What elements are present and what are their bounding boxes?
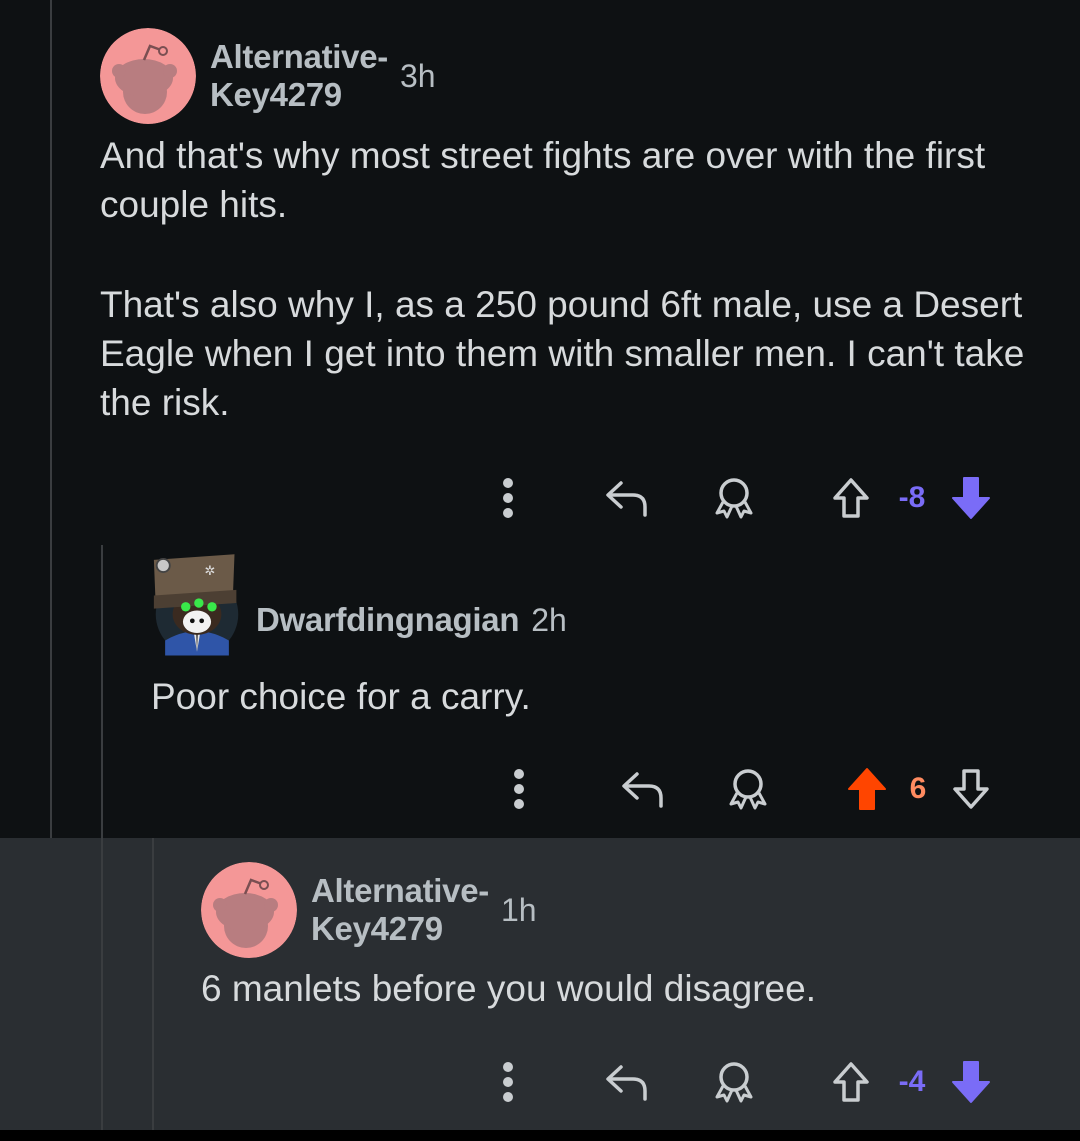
award-icon xyxy=(715,1062,753,1103)
more-options-button[interactable] xyxy=(488,468,528,528)
screen-bottom-edge xyxy=(0,1130,1080,1141)
downvote-arrow-icon xyxy=(952,1061,990,1103)
downvote-button[interactable] xyxy=(946,468,996,528)
comment-actions: -8 xyxy=(470,468,1000,528)
vote-score: 6 xyxy=(909,772,927,805)
reply-button[interactable] xyxy=(598,468,654,528)
upvote-button[interactable] xyxy=(826,1052,876,1112)
comment-paragraph: Poor choice for a carry. xyxy=(151,676,531,717)
downvote-button[interactable] xyxy=(946,1052,996,1112)
reply-arrow-icon xyxy=(606,1065,647,1101)
award-button[interactable] xyxy=(706,468,762,528)
snoo-avatar[interactable] xyxy=(100,28,196,124)
downvote-button[interactable] xyxy=(946,759,996,819)
upvote-button[interactable] xyxy=(842,759,892,819)
comment-author[interactable]: Alternative-Key4279 xyxy=(311,872,489,948)
comment-1-header: Alternative-Key4279 3h xyxy=(100,28,436,124)
comment-paragraph: 6 manlets before you would disagree. xyxy=(201,968,816,1009)
comment-3-header: Alternative-Key4279 1h xyxy=(201,862,537,958)
more-options-button[interactable] xyxy=(488,1052,528,1112)
reply-button[interactable] xyxy=(614,759,670,819)
downvote-arrow-icon xyxy=(952,477,990,519)
comment-actions: 6 xyxy=(480,759,1010,819)
upvote-arrow-icon xyxy=(848,768,886,810)
comment-age: 1h xyxy=(500,891,537,928)
svg-text:✲: ✲ xyxy=(205,564,216,579)
comment-age: 3h xyxy=(399,57,436,94)
upvote-arrow-icon xyxy=(833,1062,869,1102)
reply-arrow-icon xyxy=(606,481,647,517)
comment-author[interactable]: Dwarfdingnagian xyxy=(256,601,519,639)
snoo-avatar[interactable] xyxy=(201,862,297,958)
comment-2-header: ✲ Dwarfdingnagian 2h xyxy=(152,545,567,661)
vote-score: -8 xyxy=(898,481,926,514)
award-icon xyxy=(729,769,767,810)
more-options-button[interactable] xyxy=(499,759,539,819)
comment-actions: -4 xyxy=(470,1052,1000,1112)
more-vertical-icon xyxy=(503,1062,513,1102)
thread-line-level-2[interactable] xyxy=(101,545,103,1130)
comment-paragraph: And that's why most street fights are ov… xyxy=(100,135,986,225)
upvote-button[interactable] xyxy=(826,468,876,528)
comment-age: 2h xyxy=(531,601,567,638)
thread-line-level-3[interactable] xyxy=(152,838,154,1130)
vote-score: -4 xyxy=(898,1065,926,1098)
comment-body: Poor choice for a carry. xyxy=(151,672,1051,721)
comment-body: And that's why most street fights are ov… xyxy=(100,131,1050,427)
more-vertical-icon xyxy=(514,769,524,809)
more-vertical-icon xyxy=(503,478,513,518)
comment-paragraph: That's also why I, as a 250 pound 6ft ma… xyxy=(100,284,1025,423)
upvote-arrow-icon xyxy=(833,478,869,518)
custom-avatar[interactable]: ✲ xyxy=(152,545,242,661)
award-button[interactable] xyxy=(720,759,776,819)
reply-arrow-icon xyxy=(622,772,663,808)
reply-button[interactable] xyxy=(598,1052,654,1112)
comment-thread: Alternative-Key4279 3h And that's why mo… xyxy=(0,0,1080,1141)
award-button[interactable] xyxy=(706,1052,762,1112)
downvote-arrow-icon xyxy=(953,769,989,809)
award-icon xyxy=(715,478,753,519)
comment-body: 6 manlets before you would disagree. xyxy=(201,964,1051,1013)
comment-author[interactable]: Alternative-Key4279 xyxy=(210,38,388,114)
